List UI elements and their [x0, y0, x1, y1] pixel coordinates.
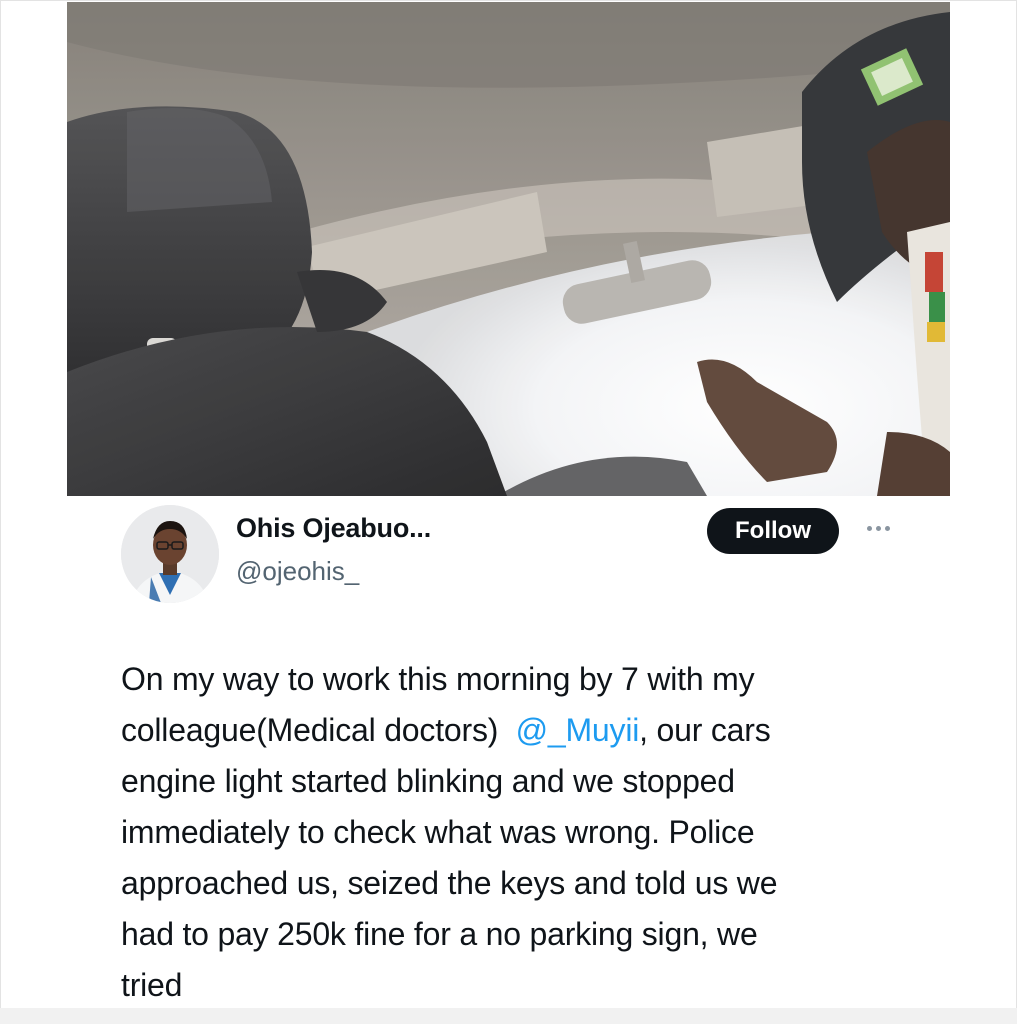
more-horizontal-icon[interactable] [858, 516, 898, 540]
follow-button[interactable]: Follow [707, 508, 839, 554]
tweet-text-segment: had to pay 250k fine for a no parking si… [121, 916, 758, 952]
author-display-name[interactable]: Ohis Ojeabuo... [236, 513, 431, 544]
car-interior-image [67, 2, 950, 496]
tweet-text-segment: On my way to work this morning by 7 with… [121, 661, 755, 697]
tweet-text-segment: , our cars [639, 712, 771, 748]
tweet-line: tried [121, 960, 911, 1011]
bottom-divider [0, 1008, 1017, 1024]
more-dot [866, 525, 872, 531]
tweet-text: On my way to work this morning by 7 with… [121, 654, 911, 1011]
mention-link[interactable]: @_Muyii [516, 712, 640, 748]
tweet-text-segment: engine light started blinking and we sto… [121, 763, 735, 799]
tweet-line: On my way to work this morning by 7 with… [121, 654, 911, 705]
avatar[interactable] [121, 505, 219, 603]
profile-photo [121, 505, 219, 603]
more-dot [875, 525, 881, 531]
more-dot [884, 525, 890, 531]
tweet-text-segment: colleague(Medical doctors) [121, 712, 516, 748]
tweet-line: immediately to check what was wrong. Pol… [121, 807, 911, 858]
tweet-line: approached us, seized the keys and told … [121, 858, 911, 909]
tweet-media-photo[interactable] [67, 2, 950, 496]
tweet-text-segment: approached us, seized the keys and told … [121, 865, 778, 901]
tweet-line: engine light started blinking and we sto… [121, 756, 911, 807]
tweet-text-segment: tried [121, 967, 183, 1003]
tweet-text-segment: immediately to check what was wrong. Pol… [121, 814, 755, 850]
author-handle[interactable]: @ojeohis_ [236, 556, 359, 587]
tweet-line: had to pay 250k fine for a no parking si… [121, 909, 911, 960]
tweet-line: colleague(Medical doctors) @_Muyii, our … [121, 705, 911, 756]
